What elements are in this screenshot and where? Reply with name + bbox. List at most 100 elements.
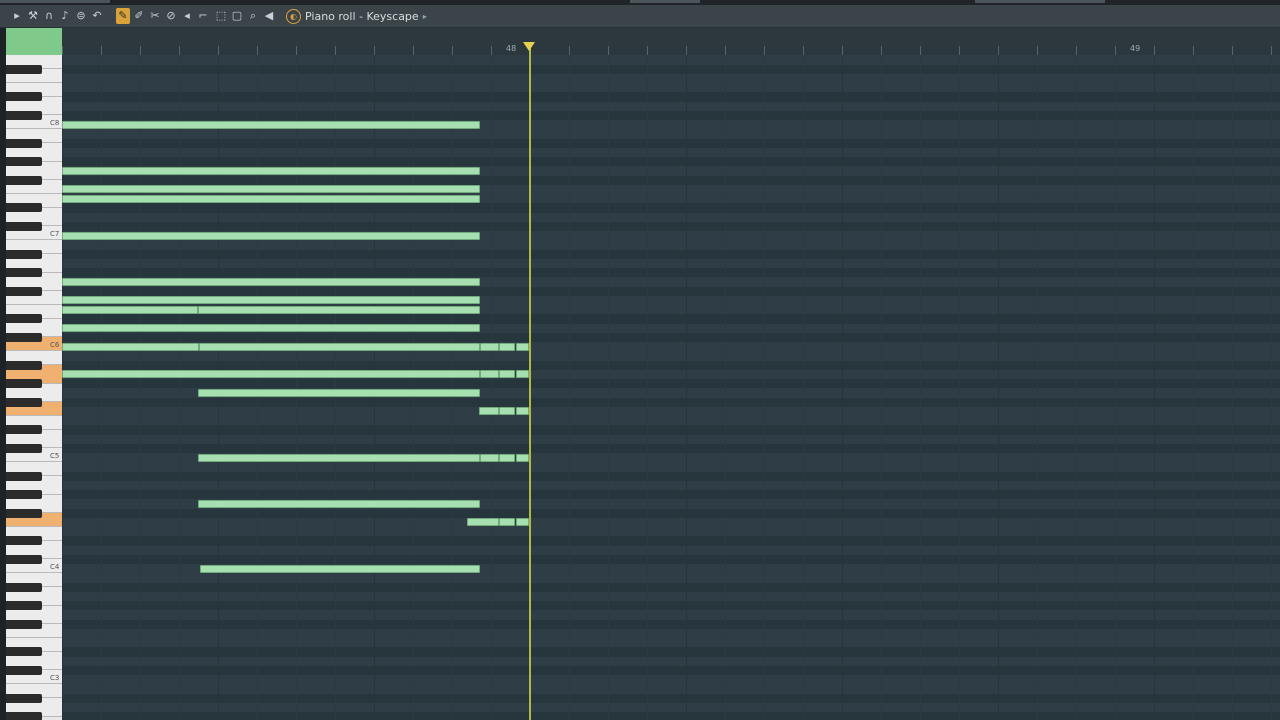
black-key[interactable] (6, 64, 42, 74)
playhead-marker[interactable] (523, 42, 535, 51)
note[interactable] (198, 499, 480, 508)
black-key[interactable] (6, 92, 42, 102)
note[interactable] (480, 370, 499, 379)
zoom-icon[interactable]: ⌕ (246, 8, 260, 24)
black-key[interactable] (6, 157, 42, 166)
black-key[interactable] (6, 554, 42, 564)
note[interactable] (62, 185, 480, 194)
octave-label: C7 (50, 230, 60, 238)
note[interactable] (516, 518, 529, 527)
black-key[interactable] (6, 249, 42, 259)
black-key[interactable] (6, 203, 42, 213)
note[interactable] (62, 342, 199, 351)
octave-label: C8 (50, 119, 60, 127)
black-key[interactable] (6, 175, 42, 185)
note[interactable] (198, 388, 480, 397)
black-key[interactable] (6, 138, 42, 148)
note[interactable] (480, 453, 499, 462)
note[interactable] (516, 453, 529, 462)
select-box-icon[interactable]: ▢ (230, 8, 244, 24)
note[interactable] (198, 453, 480, 462)
black-key[interactable] (6, 601, 42, 610)
black-key[interactable] (6, 221, 42, 231)
black-key[interactable] (6, 471, 42, 481)
note[interactable] (499, 342, 515, 351)
paint-icon[interactable]: ✐ (132, 8, 146, 24)
black-key[interactable] (6, 443, 42, 453)
piano-keyboard[interactable]: C8 C7 C6 C5 C4 C3 (6, 55, 62, 720)
note-grid[interactable] (62, 55, 1280, 720)
play-arrow-icon[interactable]: ▸ (10, 8, 24, 24)
pencil-icon[interactable]: ✎ (116, 8, 130, 24)
black-key[interactable] (6, 360, 42, 370)
black-key[interactable] (6, 268, 42, 277)
black-key[interactable] (6, 693, 42, 703)
grid-line (686, 55, 687, 720)
note[interactable] (516, 342, 529, 351)
black-key[interactable] (6, 397, 42, 407)
ruler-tick (452, 46, 453, 55)
black-key[interactable] (6, 314, 42, 324)
note[interactable] (516, 407, 529, 416)
black-key[interactable] (6, 286, 42, 296)
note[interactable] (62, 277, 480, 286)
ruler-tick (491, 46, 492, 55)
timeline-ruler[interactable]: 48 49 (62, 28, 1280, 56)
ruler-tick (686, 46, 687, 55)
delete-icon[interactable]: ✂ (148, 8, 162, 24)
black-key[interactable] (6, 379, 42, 388)
black-key[interactable] (6, 647, 42, 657)
window-title[interactable]: ◐ Piano roll - Keyscape ▸ (286, 8, 427, 24)
note[interactable] (467, 518, 499, 527)
black-key[interactable] (6, 582, 42, 592)
slice-icon[interactable]: ⌐ (196, 8, 210, 24)
undo-icon[interactable]: ↶ (90, 8, 104, 24)
note[interactable] (479, 407, 499, 416)
note[interactable] (200, 564, 480, 573)
ruler-tick (374, 46, 375, 55)
note[interactable] (62, 231, 480, 240)
note[interactable] (62, 296, 480, 305)
magnet-icon[interactable]: ∩ (42, 8, 56, 24)
note[interactable] (62, 370, 480, 379)
stamp-icon[interactable]: ⊜ (74, 8, 88, 24)
playback-icon[interactable]: ◀ (262, 8, 276, 24)
note[interactable] (62, 120, 480, 129)
black-key[interactable] (6, 490, 42, 499)
note[interactable] (499, 453, 515, 462)
ruler-tick (62, 46, 63, 55)
wrench-icon[interactable]: ⚒ (26, 8, 40, 24)
black-key[interactable] (6, 332, 42, 342)
note[interactable] (499, 370, 515, 379)
note[interactable] (516, 370, 529, 379)
select-icon[interactable]: ⬚ (214, 8, 228, 24)
black-key[interactable] (6, 536, 42, 546)
playhead-line (529, 44, 531, 720)
black-key[interactable] (6, 110, 42, 120)
piano-roll-toolbar: ▸ ⚒ ∩ ♪ ⊜ ↶ ✎ ✐ ✂ ⊘ ◂ ⌐ ⬚ ▢ ⌕ ◀ ◐ Piano … (0, 5, 1280, 28)
note[interactable] (198, 305, 480, 314)
grid-line (218, 55, 219, 720)
note[interactable] (499, 407, 515, 416)
ruler-tick (1076, 46, 1077, 55)
black-key[interactable] (6, 619, 42, 629)
note[interactable] (62, 194, 480, 203)
black-key[interactable] (6, 665, 42, 675)
mute-icon[interactable]: ⊘ (164, 8, 178, 24)
grid-line (569, 55, 570, 720)
keyboard-corner[interactable] (6, 28, 62, 55)
black-key[interactable] (6, 508, 42, 518)
black-key[interactable] (6, 425, 42, 435)
black-key[interactable] (6, 712, 42, 720)
grid-line (1154, 55, 1155, 720)
note[interactable] (62, 305, 198, 314)
note[interactable] (480, 342, 499, 351)
octave-label: C6 (50, 341, 60, 349)
note[interactable] (499, 518, 515, 527)
note[interactable] (62, 324, 480, 332)
slip-icon[interactable]: ◂ (180, 8, 194, 24)
ruler-tick (842, 46, 843, 55)
note-icon[interactable]: ♪ (58, 8, 72, 24)
note[interactable] (62, 166, 480, 175)
note[interactable] (199, 342, 480, 351)
